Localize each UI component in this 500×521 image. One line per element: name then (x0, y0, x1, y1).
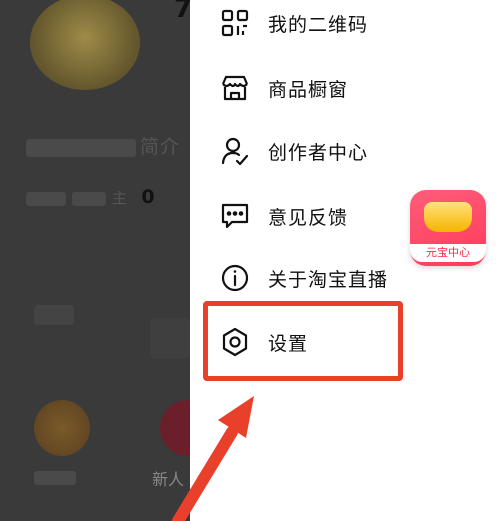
gold-ingot-icon (424, 202, 472, 232)
badge-caption: 元宝中心 (410, 244, 486, 262)
yuanbao-center-badge[interactable]: 元宝中心 (410, 190, 486, 266)
badge-label: 元宝中心 (426, 246, 470, 259)
